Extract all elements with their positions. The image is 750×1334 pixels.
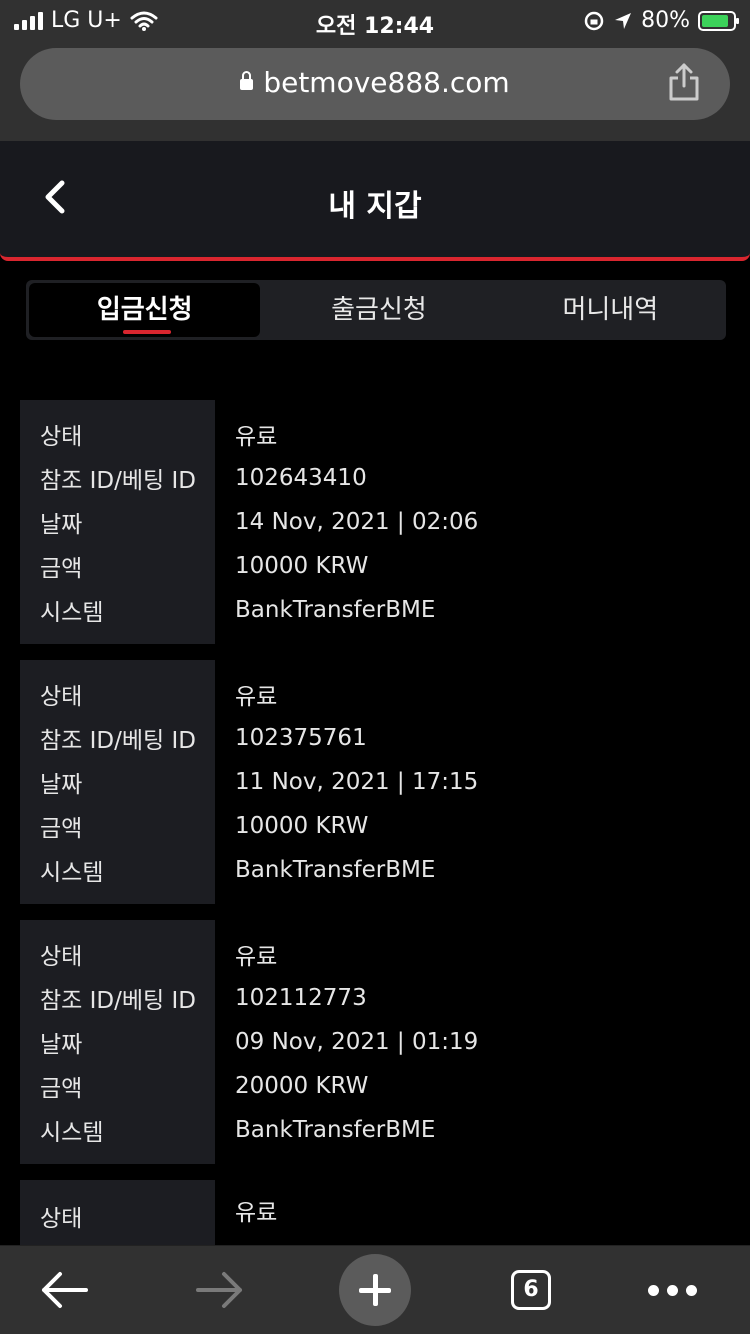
amount-value: 20000 KRW [235,1073,369,1099]
record-row-amount: 금액 10000 KRW [20,804,730,848]
system-label: 시스템 [20,1108,215,1164]
browser-forward-button[interactable] [180,1246,260,1334]
tab-deposit[interactable]: 입금신청 [29,283,261,337]
url-bar[interactable]: betmove888.com [20,48,730,120]
ref-label: 참조 ID/베팅 ID [20,976,215,1020]
status-label: 상태 [20,660,215,716]
transaction-record: 상태 유료 [20,1180,730,1252]
rotation-lock-icon [584,11,604,30]
ref-label: 참조 ID/베팅 ID [20,456,215,500]
battery-icon [698,10,739,31]
tab-bar: 입금신청 출금신청 머니내역 [26,280,726,340]
transaction-record: 상태 유료 참조 ID/베팅 ID 102375761 날짜 11 Nov, 2021… [20,660,730,904]
battery-percent: 80% [641,8,690,33]
status-label: 상태 [20,1180,215,1252]
amount-label: 금액 [20,804,215,848]
record-row-status: 상태 유료 [20,660,730,716]
system-label: 시스템 [20,848,215,904]
page-title: 내 지갑 [328,189,422,224]
status-label: 상태 [20,920,215,976]
transaction-list: 상태 유료 참조 ID/베팅 ID 102643410 날짜 14 Nov, 2021… [20,400,730,1268]
record-row-ref: 참조 ID/베팅 ID 102112773 [20,976,730,1020]
date-value: 11 Nov, 2021 | 17:15 [235,769,479,795]
share-icon[interactable] [666,62,702,102]
record-row-status: 상태 유료 [20,920,730,976]
record-row-system: 시스템 BankTransferBME [20,1108,730,1164]
plus-icon [339,1254,411,1326]
tab-money-history[interactable]: 머니내역 [495,280,726,340]
amount-value: 10000 KRW [235,813,369,839]
record-row-date: 날짜 14 Nov, 2021 | 02:06 [20,500,730,544]
ref-value: 102375761 [235,725,367,751]
more-menu-button[interactable] [632,1246,712,1334]
record-row-amount: 금액 10000 KRW [20,544,730,588]
record-row-date: 날짜 09 Nov, 2021 | 01:19 [20,1020,730,1064]
tabs-button[interactable]: 6 [491,1246,571,1334]
browser-back-button[interactable] [24,1246,104,1334]
date-label: 날짜 [20,1020,215,1064]
date-label: 날짜 [20,760,215,804]
amount-value: 10000 KRW [235,553,369,579]
system-value: BankTransferBME [235,597,436,623]
record-row-amount: 금액 20000 KRW [20,1064,730,1108]
new-tab-button[interactable] [335,1246,415,1334]
status-value: 유료 [235,684,278,710]
url-display[interactable]: betmove888.com [20,66,730,99]
ref-label: 참조 ID/베팅 ID [20,716,215,760]
arrow-left-icon [42,1272,88,1308]
status-value: 유료 [235,424,278,450]
lock-icon [240,70,254,90]
tab-withdraw[interactable]: 출금신청 [263,280,494,340]
tab-deposit-label: 입금신청 [96,295,193,325]
record-row-system: 시스템 BankTransferBME [20,848,730,904]
record-row-date: 날짜 11 Nov, 2021 | 17:15 [20,760,730,804]
tab-count-badge: 6 [511,1270,551,1310]
system-value: BankTransferBME [235,1117,436,1143]
system-label: 시스템 [20,588,215,644]
browser-chrome: LG U+ 오전 12:44 80% betmove888.com [0,0,750,142]
location-arrow-icon [615,12,632,29]
system-value: BankTransferBME [235,857,436,883]
transaction-record: 상태 유료 참조 ID/베팅 ID 102112773 날짜 09 Nov, 2021… [20,920,730,1164]
date-value: 14 Nov, 2021 | 02:06 [235,509,479,535]
tab-money-history-label: 머니내역 [562,295,659,325]
status-bar: LG U+ 오전 12:44 80% [0,0,750,42]
record-row-ref: 참조 ID/베팅 ID 102375761 [20,716,730,760]
date-value: 09 Nov, 2021 | 01:19 [235,1029,479,1055]
record-row-status: 상태 유료 [20,400,730,456]
browser-toolbar: 6 [0,1245,750,1334]
app-header: 내 지갑 [0,141,750,261]
transaction-record: 상태 유료 참조 ID/베팅 ID 102643410 날짜 14 Nov, 2021… [20,400,730,644]
status-label: 상태 [20,400,215,456]
ref-value: 102112773 [235,985,367,1011]
record-row-system: 시스템 BankTransferBME [20,588,730,644]
status-value: 유료 [235,944,278,970]
amount-label: 금액 [20,1064,215,1108]
more-dots-icon [647,1284,697,1296]
url-text: betmove888.com [263,66,510,99]
status-value: 유료 [235,1200,278,1226]
date-label: 날짜 [20,500,215,544]
record-row-status: 상태 유료 [20,1180,730,1252]
tab-withdraw-label: 출금신청 [331,295,427,325]
amount-label: 금액 [20,544,215,588]
status-right: 80% [583,8,739,33]
active-tab-indicator [123,330,171,334]
arrow-right-icon [196,1272,242,1308]
record-row-ref: 참조 ID/베팅 ID 102643410 [20,456,730,500]
ref-value: 102643410 [235,465,367,491]
